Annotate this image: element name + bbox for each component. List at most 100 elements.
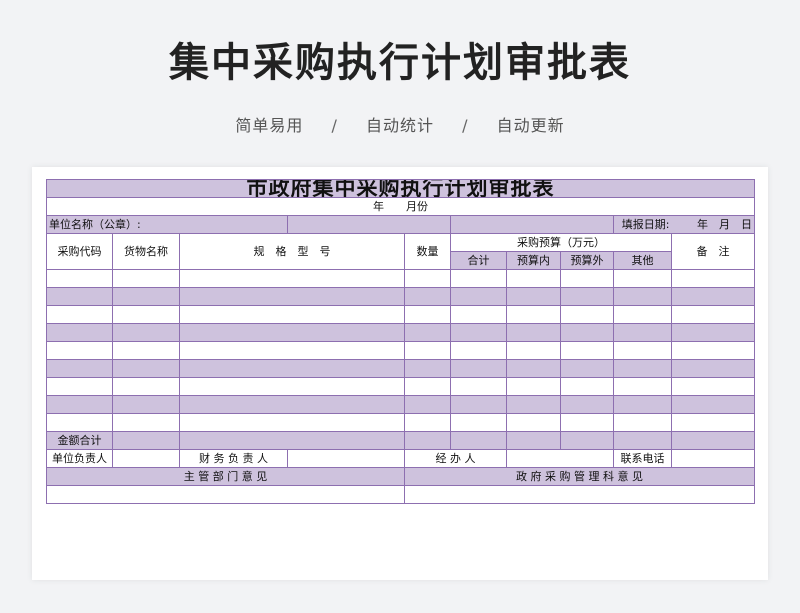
phone-value[interactable] [670,449,756,468]
finance-head-value[interactable] [287,449,405,468]
table-cell[interactable] [404,377,451,396]
table-cell[interactable] [560,395,614,414]
table-cell[interactable] [670,359,756,378]
table-cell[interactable] [112,287,180,306]
table-cell[interactable] [46,413,113,432]
table-cell[interactable] [450,341,507,360]
table-cell[interactable] [450,269,507,288]
total-cell[interactable] [404,431,451,450]
table-cell[interactable] [613,377,672,396]
table-cell[interactable] [404,395,451,414]
table-cell[interactable] [670,287,756,306]
table-cell[interactable] [506,359,561,378]
table-cell[interactable] [613,305,672,324]
table-cell[interactable] [450,395,507,414]
table-cell[interactable] [404,269,451,288]
table-cell[interactable] [670,305,756,324]
table-cell[interactable] [112,413,180,432]
table-cell[interactable] [560,413,614,432]
total-cell[interactable] [506,431,561,450]
table-cell[interactable] [450,377,507,396]
table-cell[interactable] [613,341,672,360]
table-cell[interactable] [506,287,561,306]
table-cell[interactable] [506,413,561,432]
table-cell[interactable] [450,359,507,378]
table-cell[interactable] [46,341,113,360]
table-cell[interactable] [179,269,405,288]
table-cell[interactable] [450,305,507,324]
table-cell[interactable] [613,269,672,288]
table-cell[interactable] [670,269,756,288]
table-cell[interactable] [560,269,614,288]
table-cell[interactable] [46,287,113,306]
table-cell[interactable] [112,395,180,414]
table-cell[interactable] [179,413,405,432]
tag-auto-stat: 自动统计 [365,116,434,135]
table-cell[interactable] [179,359,405,378]
table-cell[interactable] [560,341,614,360]
table-cell[interactable] [613,395,672,414]
table-cell[interactable] [112,269,180,288]
table-cell[interactable] [179,323,405,342]
table-cell[interactable] [46,359,113,378]
fill-date-value[interactable]: 年 月 日 [671,215,756,234]
table-cell[interactable] [506,323,561,342]
table-cell[interactable] [506,341,561,360]
table-cell[interactable] [112,377,180,396]
table-cell[interactable] [670,395,756,414]
total-cell[interactable] [450,431,507,450]
table-cell[interactable] [450,287,507,306]
table-cell[interactable] [404,413,451,432]
table-cell[interactable] [404,359,451,378]
table-cell[interactable] [46,305,113,324]
total-cell[interactable] [112,431,180,450]
total-cell[interactable] [613,431,672,450]
table-cell[interactable] [404,287,451,306]
year-month-field[interactable]: 年 月份 [45,197,756,216]
table-cell[interactable] [613,359,672,378]
table-cell[interactable] [112,305,180,324]
table-cell[interactable] [670,413,756,432]
table-cell[interactable] [112,359,180,378]
table-cell[interactable] [613,323,672,342]
table-cell[interactable] [670,323,756,342]
table-cell[interactable] [506,305,561,324]
table-cell[interactable] [670,341,756,360]
table-cell[interactable] [450,323,507,342]
table-cell[interactable] [112,323,180,342]
table-cell[interactable] [506,269,561,288]
table-cell[interactable] [46,269,113,288]
table-cell[interactable] [179,377,405,396]
finance-head-label: 财 务 负 责 人 [179,449,288,468]
table-cell[interactable] [560,323,614,342]
total-cell[interactable] [560,431,614,450]
table-cell[interactable] [450,413,507,432]
table-cell[interactable] [404,305,451,324]
table-cell[interactable] [46,323,113,342]
total-cell[interactable] [670,431,756,450]
table-cell[interactable] [670,377,756,396]
table-cell[interactable] [46,395,113,414]
table-cell[interactable] [560,377,614,396]
total-cell[interactable] [179,431,405,450]
gov-opinion-box[interactable] [403,485,756,504]
table-cell[interactable] [112,341,180,360]
table-cell[interactable] [179,287,405,306]
dept-opinion-box[interactable] [46,485,405,504]
table-cell[interactable] [613,413,672,432]
table-cell[interactable] [560,305,614,324]
table-cell[interactable] [179,395,405,414]
table-cell[interactable] [404,323,451,342]
table-cell[interactable] [179,305,405,324]
table-cell[interactable] [506,395,561,414]
table-cell[interactable] [506,377,561,396]
table-cell[interactable] [560,359,614,378]
table-cell[interactable] [179,341,405,360]
table-cell[interactable] [560,287,614,306]
unit-head-value[interactable] [112,449,180,468]
table-cell[interactable] [404,341,451,360]
table-cell[interactable] [613,287,672,306]
table-cell[interactable] [46,377,113,396]
handler-value[interactable] [506,449,614,468]
unit-name-value[interactable] [287,215,451,234]
